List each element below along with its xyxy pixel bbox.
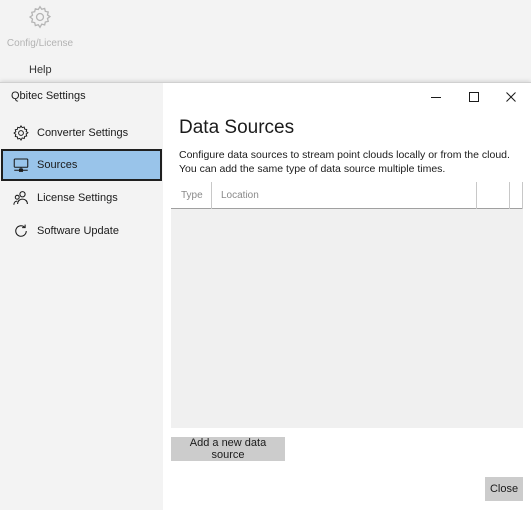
help-menu[interactable]: Help	[29, 64, 52, 76]
background-app: Config/License Help	[0, 0, 531, 82]
users-icon	[12, 189, 30, 207]
sidebar-item-converter-settings[interactable]: Converter Settings	[0, 117, 163, 149]
close-button[interactable]: Close	[485, 477, 523, 501]
sidebar-item-license-settings[interactable]: License Settings	[0, 182, 163, 214]
sidebar-item-label: Converter Settings	[37, 127, 129, 139]
sidebar-item-label: Sources	[37, 159, 78, 171]
gear-icon	[12, 124, 30, 142]
monitor-network-icon	[12, 156, 30, 174]
column-header-extra[interactable]	[477, 182, 510, 209]
config-license-label: Config/License	[6, 38, 74, 49]
sidebar-item-sources[interactable]: Sources	[1, 149, 162, 181]
page-title: Data Sources	[179, 117, 295, 138]
column-header-type[interactable]: Type	[171, 182, 212, 209]
column-header-extra[interactable]	[510, 182, 523, 209]
sidebar-item-label: License Settings	[37, 192, 118, 204]
add-data-source-button[interactable]: Add a new data source	[171, 437, 285, 461]
sidebar: Qbitec Settings Converter Settings Sourc…	[0, 83, 163, 510]
table-header: Type Location	[171, 182, 523, 209]
refresh-icon	[12, 222, 30, 240]
dialog-title: Qbitec Settings	[11, 90, 86, 102]
sidebar-item-software-update[interactable]: Software Update	[0, 215, 163, 247]
column-header-location[interactable]: Location	[212, 182, 477, 209]
settings-dialog: Qbitec Settings Converter Settings Sourc…	[0, 82, 531, 510]
page-description: Configure data sources to stream point c…	[179, 149, 510, 175]
sidebar-item-label: Software Update	[37, 225, 119, 237]
data-sources-table[interactable]: Type Location	[171, 182, 523, 428]
config-license-button[interactable]: Config/License	[6, 4, 74, 49]
gear-icon	[6, 4, 74, 35]
main-content: Data Sources Configure data sources to s…	[163, 83, 531, 510]
